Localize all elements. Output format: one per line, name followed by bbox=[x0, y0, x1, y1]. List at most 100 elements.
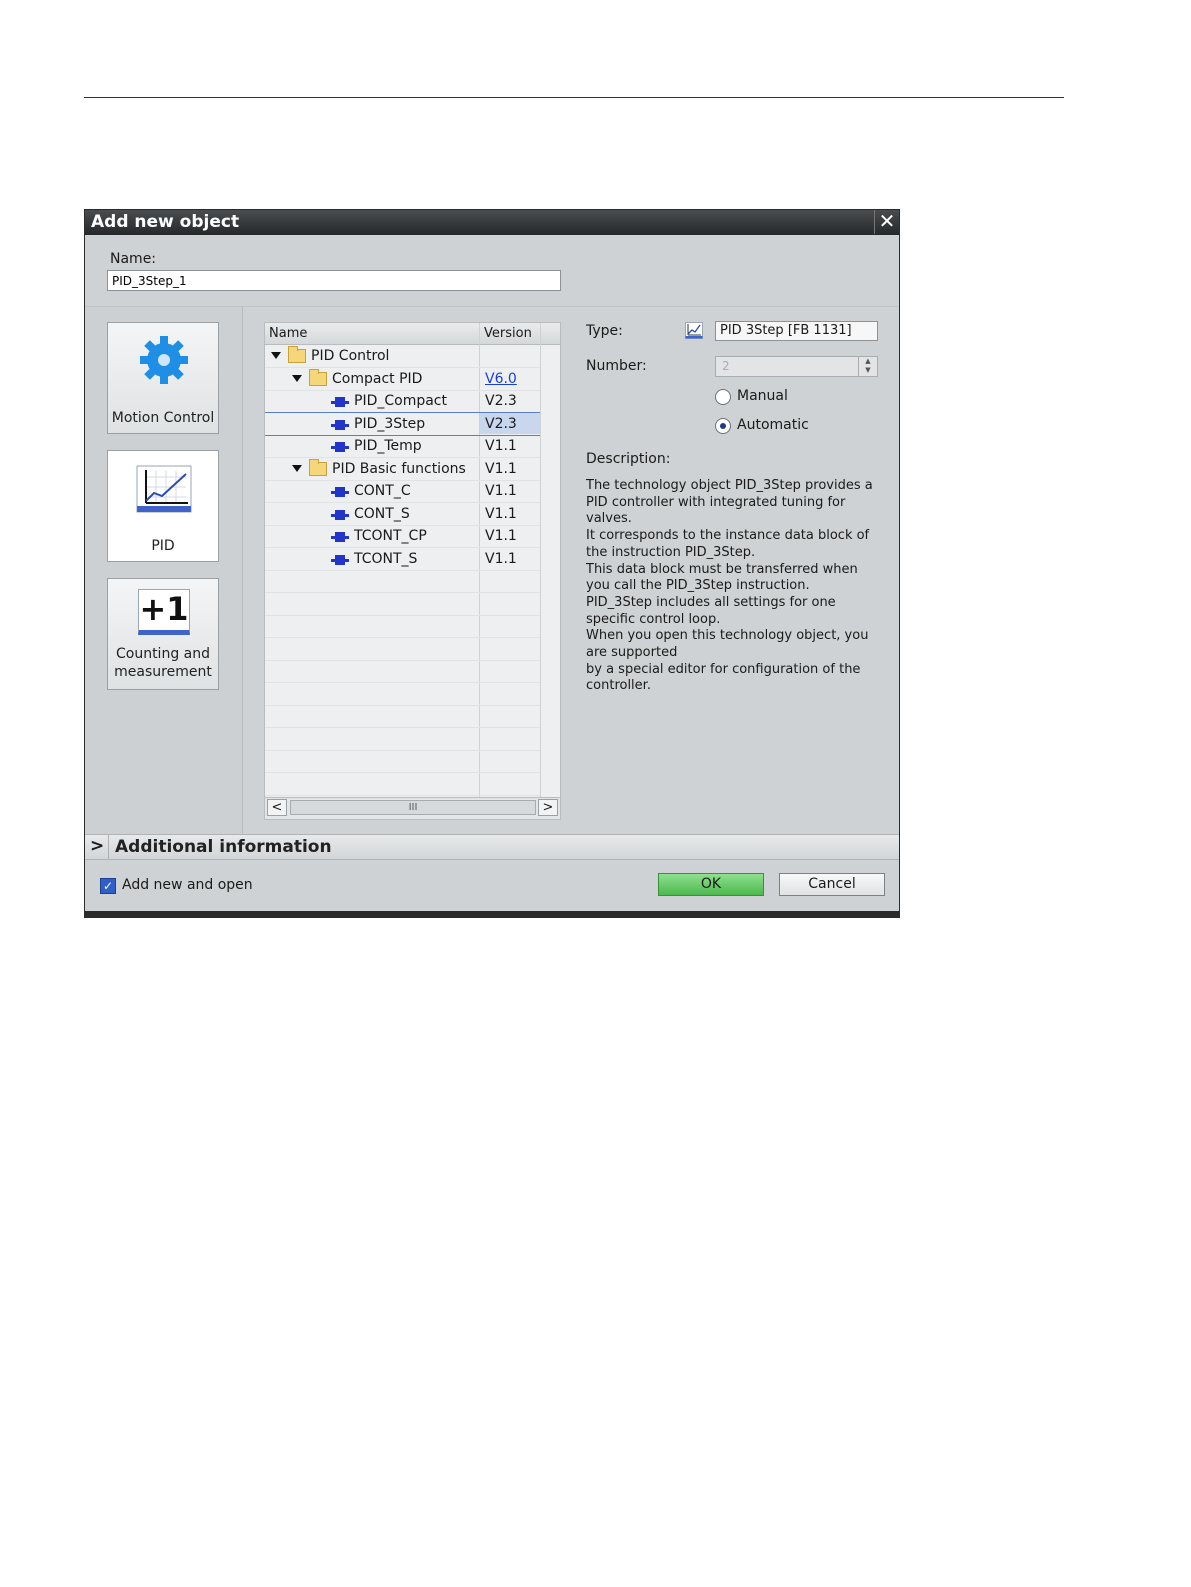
empty-row bbox=[265, 705, 540, 728]
tree-row-label: TCONT_S bbox=[354, 551, 418, 567]
tree-row-pid-3step[interactable]: PID_3Step V2.3 bbox=[265, 412, 540, 436]
empty-row bbox=[265, 570, 540, 593]
expand-triangle-icon[interactable] bbox=[271, 352, 281, 359]
number-field: 2 ▲ ▼ bbox=[715, 356, 878, 377]
empty-row bbox=[265, 773, 540, 796]
category-panel: Motion Control PID +1 Counting and measu… bbox=[85, 307, 243, 834]
dialog-bottom-bar bbox=[85, 911, 899, 917]
add-new-and-open-label[interactable]: Add new and open bbox=[122, 877, 253, 893]
empty-row bbox=[265, 638, 540, 661]
add-new-and-open-checkbox[interactable]: ✓ bbox=[100, 878, 116, 894]
version-cell: V1.1 bbox=[485, 551, 517, 567]
function-block-icon bbox=[331, 510, 349, 520]
version-cell: V1.1 bbox=[485, 438, 517, 454]
category-label-line1: Counting and bbox=[115, 646, 210, 662]
tree-row-pid-basic-functions[interactable]: PID Basic functions V1.1 bbox=[265, 458, 540, 481]
folder-icon bbox=[288, 346, 306, 363]
manual-radio[interactable] bbox=[715, 389, 731, 405]
tree-row-label: PID Control bbox=[311, 348, 390, 364]
function-block-icon bbox=[331, 487, 349, 497]
version-cell bbox=[480, 345, 540, 366]
description-text: The technology object PID_3Step provides… bbox=[586, 478, 873, 694]
tree-row-cont-s[interactable]: CONT_S V1.1 bbox=[265, 503, 540, 526]
category-label: PID bbox=[151, 538, 175, 554]
tree-row-cont-c[interactable]: CONT_C V1.1 bbox=[265, 480, 540, 503]
tree-row-pid-compact[interactable]: PID_Compact V2.3 bbox=[265, 390, 540, 413]
tree-row-pid-control[interactable]: PID Control bbox=[265, 345, 540, 368]
scroll-right-button[interactable]: > bbox=[538, 799, 558, 816]
tree-row-label: CONT_C bbox=[354, 483, 411, 499]
column-divider bbox=[540, 323, 541, 797]
function-block-icon bbox=[331, 442, 349, 452]
dialog-titlebar: Add new object ✕ bbox=[85, 210, 899, 235]
ok-button[interactable]: OK bbox=[658, 873, 764, 896]
empty-row bbox=[265, 683, 540, 706]
function-block-icon bbox=[331, 420, 349, 430]
divider bbox=[108, 835, 109, 859]
manual-radio-label[interactable]: Manual bbox=[737, 388, 788, 404]
close-button[interactable]: ✕ bbox=[874, 210, 899, 234]
version-cell: V1.1 bbox=[485, 483, 517, 499]
expand-triangle-icon[interactable] bbox=[292, 375, 302, 382]
pid-chart-icon bbox=[136, 465, 192, 513]
cancel-button[interactable]: Cancel bbox=[779, 873, 885, 896]
version-cell: V1.1 bbox=[485, 528, 517, 544]
category-pid[interactable]: PID bbox=[107, 450, 219, 562]
function-block-icon bbox=[331, 532, 349, 542]
chevron-right-icon[interactable]: > bbox=[90, 836, 104, 856]
name-input[interactable] bbox=[107, 270, 561, 291]
description-label: Description: bbox=[586, 451, 671, 467]
column-header-name[interactable]: Name bbox=[269, 326, 307, 341]
add-new-object-dialog: Add new object ✕ Name: Motio bbox=[84, 209, 900, 918]
scroll-thumb[interactable]: III bbox=[290, 800, 536, 815]
column-header-version[interactable]: Version bbox=[484, 326, 532, 341]
pid-type-icon bbox=[685, 322, 703, 339]
category-motion-control[interactable]: Motion Control bbox=[107, 322, 219, 434]
tree-header: Name Version bbox=[265, 323, 560, 345]
empty-row bbox=[265, 593, 540, 616]
version-link[interactable]: V6.0 bbox=[485, 371, 517, 387]
expand-triangle-icon[interactable] bbox=[292, 465, 302, 472]
type-label: Type: bbox=[586, 323, 623, 339]
automatic-radio[interactable] bbox=[715, 418, 731, 434]
empty-row bbox=[265, 615, 540, 638]
page-header-rule bbox=[84, 97, 1064, 98]
tree-row-label: CONT_S bbox=[354, 506, 410, 522]
version-cell: V1.1 bbox=[485, 506, 517, 522]
empty-row bbox=[265, 728, 540, 751]
tree-row-label: PID Basic functions bbox=[332, 461, 466, 477]
tree-row-label: TCONT_CP bbox=[354, 528, 427, 544]
object-tree: Name Version PID Control Compact PID V6.… bbox=[264, 322, 561, 820]
category-counting-measurement[interactable]: +1 Counting and measurement bbox=[107, 578, 219, 690]
number-spinner: ▲ ▼ bbox=[858, 357, 877, 376]
category-label-line2: measurement bbox=[114, 664, 212, 680]
tree-row-compact-pid[interactable]: Compact PID V6.0 bbox=[265, 368, 540, 391]
scroll-left-button[interactable]: < bbox=[267, 799, 287, 816]
gear-icon bbox=[140, 336, 188, 384]
tree-row-label: PID_3Step bbox=[354, 416, 426, 432]
plus-one-icon: +1 bbox=[138, 589, 190, 635]
folder-icon bbox=[309, 369, 327, 386]
horizontal-scrollbar[interactable]: < III > bbox=[265, 797, 560, 819]
automatic-radio-label[interactable]: Automatic bbox=[737, 417, 809, 433]
tree-row-pid-temp[interactable]: PID_Temp V1.1 bbox=[265, 435, 540, 458]
version-cell: V1.1 bbox=[485, 461, 517, 477]
function-block-icon bbox=[331, 397, 349, 407]
version-cell: V2.3 bbox=[485, 393, 517, 409]
version-cell[interactable]: V6.0 bbox=[480, 368, 540, 389]
tree-row-label: PID_Temp bbox=[354, 438, 422, 454]
folder-icon bbox=[309, 459, 327, 476]
tree-row-label: Compact PID bbox=[332, 371, 423, 387]
type-field: PID 3Step [FB 1131] bbox=[715, 321, 878, 341]
additional-information-label[interactable]: Additional information bbox=[115, 837, 332, 857]
version-cell: V2.3 bbox=[480, 413, 540, 434]
tree-row-tcont-s[interactable]: TCONT_S V1.1 bbox=[265, 548, 540, 571]
tree-row-tcont-cp[interactable]: TCONT_CP V1.1 bbox=[265, 525, 540, 548]
number-label: Number: bbox=[586, 358, 647, 374]
tree-row-label: PID_Compact bbox=[354, 393, 447, 409]
number-value: 2 bbox=[722, 359, 730, 373]
additional-information-header[interactable]: > Additional information bbox=[85, 834, 899, 860]
empty-row bbox=[265, 750, 540, 773]
name-label: Name: bbox=[110, 251, 157, 267]
function-block-icon bbox=[331, 555, 349, 565]
